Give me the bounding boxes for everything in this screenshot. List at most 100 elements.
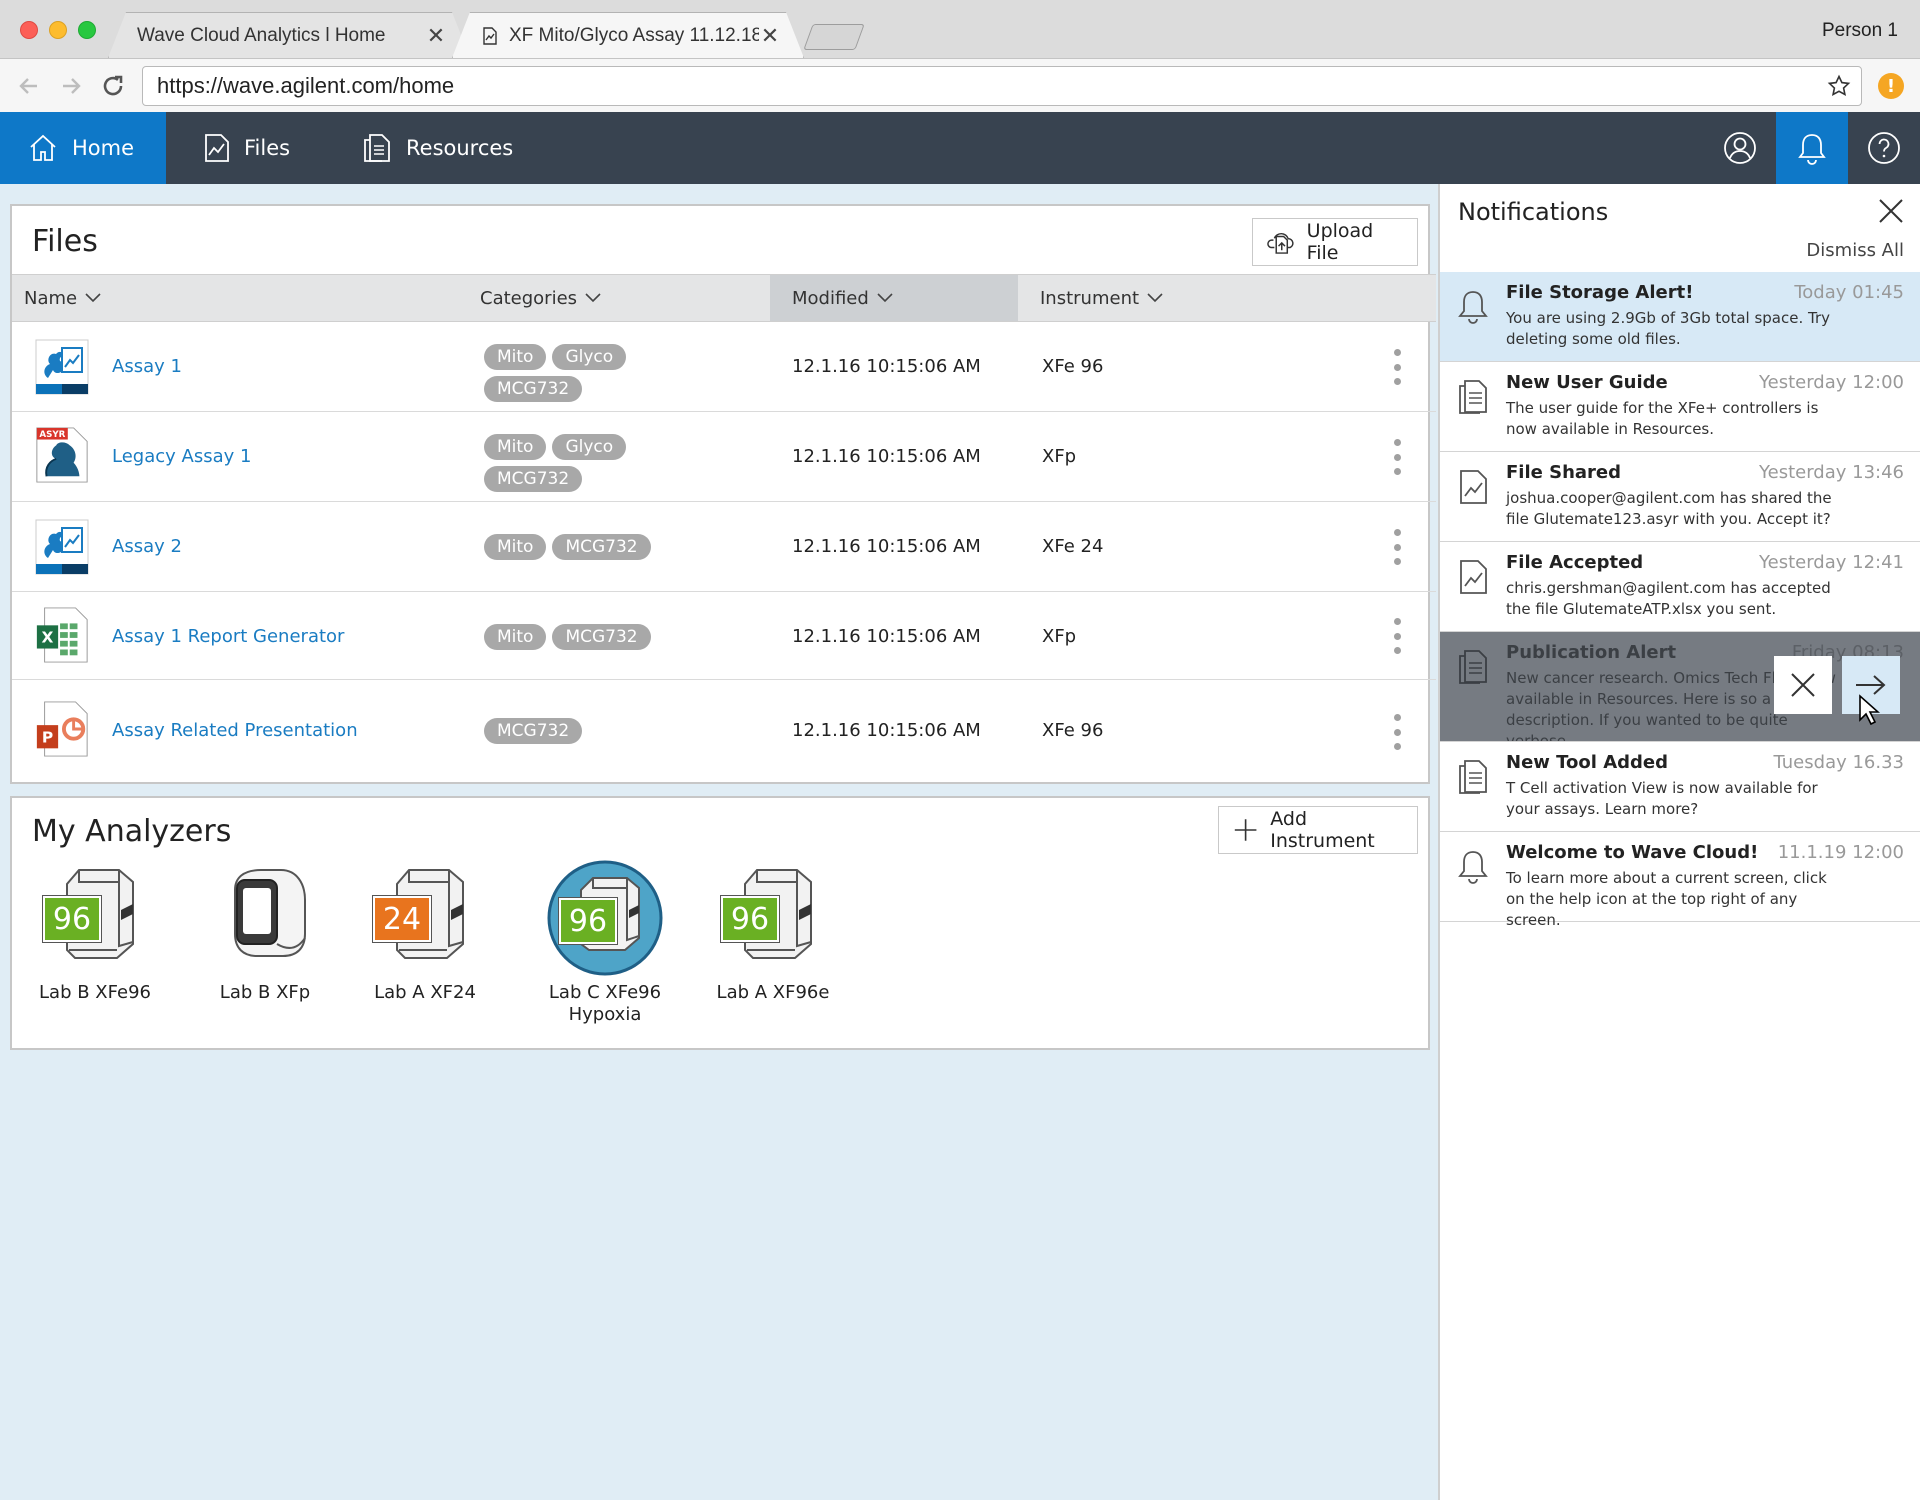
chevron-down-icon [85, 293, 101, 303]
document-icon [1459, 760, 1487, 794]
browser-tab-assay[interactable]: XF Mito/Glyco Assay 11.12.18 ✕ [452, 12, 804, 58]
category-tag: Mito [484, 344, 547, 370]
file-favicon-icon [481, 27, 499, 45]
mouse-cursor-icon [1859, 694, 1880, 726]
modified-date: 12.1.16 10:15:06 AM [792, 356, 981, 377]
nav-home[interactable]: Home [0, 112, 166, 184]
xfe-analyzer-icon: 96 [713, 860, 833, 976]
file-chart-icon [1460, 560, 1487, 594]
document-icon [1459, 380, 1487, 414]
help-icon [1868, 132, 1900, 164]
instrument-name: XFe 96 [1042, 720, 1104, 741]
browser-toolbar: https://wave.agilent.com/home ! [0, 58, 1920, 112]
analyzer-card[interactable]: 96 Lab A XF96e [698, 860, 848, 1004]
column-header-modified[interactable]: Modified [770, 275, 1018, 321]
row-menu-icon[interactable] [1392, 349, 1402, 385]
analyzer-badge: 96 [721, 896, 779, 942]
nav-files[interactable]: Files [204, 112, 290, 184]
maximize-window-button[interactable] [78, 21, 96, 39]
row-menu-icon[interactable] [1392, 714, 1402, 750]
upload-file-button[interactable]: Upload File [1252, 218, 1418, 266]
row-menu-icon[interactable] [1392, 439, 1402, 475]
address-bar[interactable]: https://wave.agilent.com/home [142, 66, 1862, 106]
notification-item[interactable]: File Shared Yesterday 13:46 joshua.coope… [1440, 452, 1920, 542]
analyzer-badge: 96 [559, 898, 617, 944]
file-name-link[interactable]: Assay Related Presentation [112, 720, 358, 741]
category-tag: MCG732 [484, 466, 583, 492]
analyzer-card-selected[interactable]: 96 Lab C XFe96 Hypoxia [530, 860, 680, 1026]
analyzer-card[interactable]: 24 Lab A XF24 [350, 860, 500, 1004]
new-tab-button[interactable] [803, 24, 865, 50]
close-window-button[interactable] [20, 21, 38, 39]
row-menu-icon[interactable] [1392, 618, 1402, 654]
file-row[interactable]: ASYR Legacy Assay 1 Mito Glyco MCG732 12… [12, 412, 1436, 502]
nav-resources-label: Resources [406, 136, 514, 160]
analyzer-label: Lab A XF96e [716, 982, 830, 1003]
extension-warning-icon[interactable]: ! [1878, 73, 1904, 99]
notification-item[interactable]: File Storage Alert! Today 01:45 You are … [1440, 272, 1920, 362]
minimize-window-button[interactable] [49, 21, 67, 39]
file-name-link[interactable]: Assay 1 Report Generator [112, 626, 344, 647]
profile-name[interactable]: Person 1 [1822, 20, 1898, 42]
bookmark-star-icon[interactable] [1827, 74, 1851, 98]
reload-icon[interactable] [96, 69, 130, 103]
notification-time: Today 01:45 [1794, 282, 1904, 303]
xfe-analyzer-icon: 96 [35, 860, 155, 976]
notification-text: You are using 2.9Gb of 3Gb total space. … [1506, 309, 1830, 348]
column-label: Instrument [1040, 287, 1140, 309]
excel-tag-text: X [42, 629, 54, 647]
file-name-link[interactable]: Assay 1 [112, 356, 182, 377]
browser-tab-home[interactable]: Wave Cloud Analytics l Home ✕ [108, 12, 470, 58]
add-instrument-button[interactable]: Add Instrument [1218, 806, 1418, 854]
browser-tab-title: XF Mito/Glyco Assay 11.12.18 [509, 24, 759, 46]
notification-title: File Shared [1506, 462, 1622, 483]
bell-icon [1798, 134, 1826, 165]
nav-home-label: Home [72, 136, 135, 160]
analyzers-title: My Analyzers [32, 814, 232, 849]
category-tag: Glyco [552, 344, 627, 370]
home-icon [30, 134, 56, 161]
analyzer-card[interactable]: Lab B XFp [190, 860, 340, 1004]
nav-resources[interactable]: Resources [362, 112, 513, 184]
notifications-button[interactable] [1776, 112, 1848, 184]
user-profile-button[interactable] [1704, 112, 1776, 184]
notification-time: Yesterday 12:00 [1759, 372, 1904, 393]
close-icon[interactable] [1876, 196, 1906, 226]
category-tag: MCG732 [552, 624, 651, 650]
file-row[interactable]: X Assay 1 Report Generator Mito MCG732 1… [12, 592, 1436, 680]
help-button[interactable] [1848, 112, 1920, 184]
tab-close-icon[interactable]: ✕ [425, 23, 447, 49]
xfe-analyzer-icon: 24 [365, 860, 485, 976]
notifications-panel: Notifications Dismiss All File Storage A… [1438, 184, 1920, 1500]
file-row[interactable]: P Assay Related Presentation MCG732 12.1… [12, 680, 1436, 782]
file-name-link[interactable]: Legacy Assay 1 [112, 446, 251, 467]
chevron-down-icon [877, 293, 893, 303]
file-row[interactable]: Assay 1 Mito Glyco MCG732 12.1.16 10:15:… [12, 322, 1436, 412]
dismiss-notification-button[interactable] [1774, 656, 1832, 714]
column-header-instrument[interactable]: Instrument [1040, 275, 1163, 321]
file-row[interactable]: Assay 2 Mito MCG732 12.1.16 10:15:06 AM … [12, 502, 1436, 592]
notification-item[interactable]: Welcome to Wave Cloud! 11.1.19 12:00 To … [1440, 832, 1920, 929]
excel-icon: X [36, 607, 88, 663]
notification-item[interactable]: File Accepted Yesterday 12:41 chris.gers… [1440, 542, 1920, 632]
analyzer-label: Lab B XFe96 [39, 982, 151, 1003]
category-tag: Glyco [552, 434, 627, 460]
notification-title: Publication Alert [1506, 642, 1677, 663]
analyzer-label: Lab C XFe96 [548, 982, 662, 1003]
notification-item-hovered[interactable]: Publication Alert Friday 08:13 New cance… [1440, 632, 1920, 742]
dismiss-all-link[interactable]: Dismiss All [1806, 240, 1904, 261]
forward-arrow-icon[interactable] [54, 69, 88, 103]
column-header-categories[interactable]: Categories [480, 275, 601, 321]
notification-item[interactable]: New Tool Added Tuesday 16.33 T Cell acti… [1440, 742, 1920, 832]
analyzer-label: Lab A XF24 [374, 982, 476, 1003]
row-menu-icon[interactable] [1392, 529, 1402, 565]
column-label: Name [24, 287, 78, 309]
file-name-link[interactable]: Assay 2 [112, 536, 182, 557]
plus-icon [1234, 819, 1257, 841]
column-header-name[interactable]: Name [24, 275, 101, 321]
tab-close-icon[interactable]: ✕ [759, 23, 781, 49]
file-chart-icon [1460, 470, 1487, 504]
analyzer-card[interactable]: 96 Lab B XFe96 [20, 860, 170, 1004]
notification-item[interactable]: New User Guide Yesterday 12:00 The user … [1440, 362, 1920, 452]
back-arrow-icon[interactable] [12, 69, 46, 103]
